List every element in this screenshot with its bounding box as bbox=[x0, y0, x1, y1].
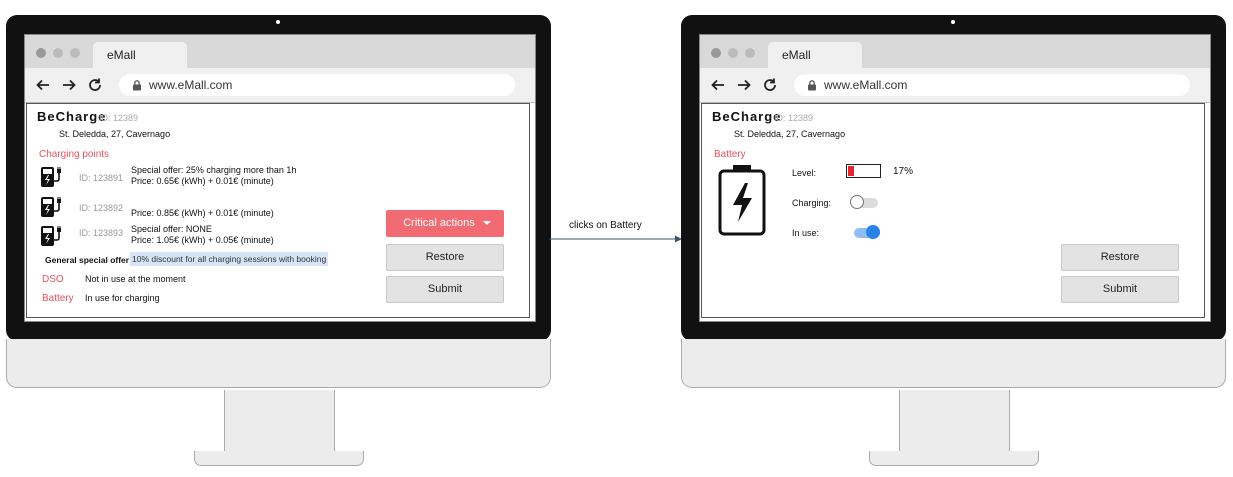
toggle-knob bbox=[866, 225, 880, 239]
charging-point-price: Price: 0.65€ (kWh) + 0.01€ (minute) bbox=[131, 176, 274, 186]
dso-status: Not in use at the moment bbox=[85, 274, 186, 284]
camera-dot bbox=[276, 20, 280, 24]
monitor-stand-base bbox=[194, 451, 364, 466]
battery-status: In use for charging bbox=[85, 293, 160, 303]
shop-name: BeCharge bbox=[37, 109, 107, 124]
level-label: Level: bbox=[792, 168, 817, 178]
monitor-stand-neck bbox=[899, 390, 1010, 453]
window-minimize-dot[interactable] bbox=[728, 48, 738, 58]
critical-actions-label: Critical actions bbox=[403, 217, 475, 229]
tab-bar: eMall bbox=[25, 35, 535, 68]
monitor-chin bbox=[6, 339, 551, 388]
window-maximize-dot[interactable] bbox=[745, 48, 755, 58]
level-value: 17% bbox=[893, 166, 914, 177]
submit-button[interactable]: Submit bbox=[1061, 276, 1179, 303]
charging-point-offer: Special offer: 25% charging more than 1h bbox=[131, 165, 297, 175]
charging-point-price: Price: 0.85€ (kWh) + 0.01€ (minute) bbox=[131, 208, 274, 218]
charging-label: Charging: bbox=[792, 198, 832, 208]
chevron-down-icon bbox=[483, 221, 491, 225]
reload-icon[interactable] bbox=[762, 77, 778, 93]
navigation-bar: www.eMall.com bbox=[700, 68, 1210, 103]
window-close-dot[interactable] bbox=[711, 48, 721, 58]
in-use-label: In use: bbox=[792, 228, 820, 238]
browser-tab[interactable]: eMall bbox=[93, 42, 187, 68]
charging-point-id: ID: 123892 bbox=[79, 203, 124, 213]
reload-icon[interactable] bbox=[87, 77, 103, 93]
shop-name: BeCharge bbox=[712, 109, 782, 124]
url-text: www.eMall.com bbox=[149, 78, 233, 92]
battery-heading[interactable]: Battery bbox=[42, 293, 74, 304]
window-minimize-dot[interactable] bbox=[53, 48, 63, 58]
battery-bolt-icon bbox=[718, 165, 766, 236]
browser-window: eMall www.eMall.com BeCharge ID: 12389 S… bbox=[699, 34, 1211, 322]
charging-point-id: ID: 123893 bbox=[79, 228, 124, 238]
general-offer-label: General special offer: bbox=[45, 255, 132, 265]
monitor-left: eMall www.eMall.com BeCharge ID: 12389 S… bbox=[6, 15, 551, 466]
tab-bar: eMall bbox=[700, 35, 1210, 68]
arrow-left-icon[interactable] bbox=[35, 77, 51, 93]
critical-actions-button[interactable]: Critical actions bbox=[386, 210, 504, 237]
restore-button[interactable]: Restore bbox=[386, 244, 504, 271]
battery-level-fill bbox=[848, 166, 854, 176]
monitor-right: eMall www.eMall.com BeCharge ID: 12389 S… bbox=[681, 15, 1226, 466]
shop-id: ID: 12389 bbox=[99, 113, 139, 123]
browser-window: eMall www.eMall.com BeCharge ID: 12389 S… bbox=[24, 34, 536, 322]
monitor-stand-neck bbox=[224, 390, 335, 453]
shop-id: ID: 12389 bbox=[774, 113, 814, 123]
restore-button[interactable]: Restore bbox=[1061, 244, 1179, 271]
in-use-toggle[interactable] bbox=[854, 225, 880, 239]
window-close-dot[interactable] bbox=[36, 48, 46, 58]
lock-icon bbox=[133, 80, 141, 91]
shop-address: St. Deledda, 27, Cavernago bbox=[59, 129, 171, 139]
submit-button[interactable]: Submit bbox=[386, 276, 504, 303]
monitor-stand-base bbox=[869, 451, 1039, 466]
address-bar[interactable]: www.eMall.com bbox=[119, 74, 515, 96]
ev-charger-icon[interactable] bbox=[40, 166, 64, 188]
charging-point-id: ID: 123891 bbox=[79, 173, 124, 183]
toggle-knob bbox=[850, 195, 864, 209]
arrow-right-icon[interactable] bbox=[736, 77, 752, 93]
charging-point-price: Price: 1.05€ (kWh) + 0.05€ (minute) bbox=[131, 235, 274, 245]
navigation-bar: www.eMall.com bbox=[25, 68, 535, 103]
url-text: www.eMall.com bbox=[824, 78, 908, 92]
battery-page: BeCharge ID: 12389 St. Deledda, 27, Cave… bbox=[701, 103, 1205, 318]
battery-level-bar bbox=[846, 164, 881, 178]
general-offer-input[interactable]: 10% discount for all charging sessions w… bbox=[130, 252, 329, 266]
monitor-chin bbox=[681, 339, 1226, 388]
ev-charger-icon[interactable] bbox=[40, 196, 64, 218]
browser-tab[interactable]: eMall bbox=[768, 42, 862, 68]
ev-charger-icon[interactable] bbox=[40, 225, 64, 247]
charging-points-heading: Charging points bbox=[39, 149, 110, 160]
shop-address: St. Deledda, 27, Cavernago bbox=[734, 129, 846, 139]
transition-label: clicks on Battery bbox=[569, 220, 642, 231]
address-bar[interactable]: www.eMall.com bbox=[794, 74, 1190, 96]
transition-arrow bbox=[549, 235, 682, 243]
window-maximize-dot[interactable] bbox=[70, 48, 80, 58]
arrow-left-icon[interactable] bbox=[710, 77, 726, 93]
arrow-right-icon[interactable] bbox=[61, 77, 77, 93]
camera-dot bbox=[951, 20, 955, 24]
charging-point-offer: Special offer: NONE bbox=[131, 224, 212, 234]
battery-heading: Battery bbox=[714, 149, 746, 160]
dso-heading[interactable]: DSO bbox=[42, 274, 64, 285]
charging-station-page: BeCharge ID: 12389 St. Deledda, 27, Cave… bbox=[26, 103, 530, 318]
charging-toggle[interactable] bbox=[850, 195, 878, 209]
lock-icon bbox=[808, 80, 816, 91]
